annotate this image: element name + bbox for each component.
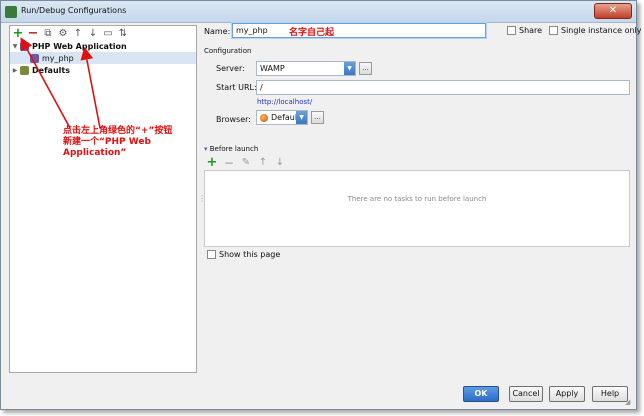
move-task-up-icon[interactable]: ↑ (257, 157, 269, 169)
server-value: WAMP (260, 64, 285, 73)
add-icon[interactable]: + (12, 27, 24, 40)
edit-task-icon[interactable]: ✎ (240, 157, 252, 169)
ok-button[interactable]: OK (463, 386, 499, 402)
name-field[interactable]: my_php (232, 23, 486, 38)
name-annotation: 名字自己起 (289, 28, 335, 38)
single-instance-checkbox[interactable] (549, 26, 558, 35)
annotation-line: 新建一个“PHP Web (63, 137, 151, 147)
server-browse-button[interactable]: ... (359, 62, 372, 75)
configuration-tree-panel: + − ⧉ ⚙ ↑ ↓ ▭ ⇅ ▼ PHP Web Application my… (9, 25, 197, 373)
name-label: Name: (204, 27, 231, 36)
title-bar: Run/Debug Configurations ✕ (1, 1, 636, 23)
remove-task-icon[interactable]: − (223, 157, 235, 169)
tree-toolbar: + − ⧉ ⚙ ↑ ↓ ▭ ⇅ (12, 27, 129, 41)
run-debug-dialog: Run/Debug Configurations ✕ + − ⧉ ⚙ ↑ ↓ ▭… (0, 0, 642, 410)
move-task-down-icon[interactable]: ↓ (274, 157, 286, 169)
php-icon (30, 53, 39, 63)
server-label: Server: (216, 64, 245, 73)
defaults-icon (20, 65, 29, 75)
show-this-page-label: Show this page (219, 250, 281, 259)
resize-grip[interactable]: ◢ (625, 398, 633, 406)
add-task-icon[interactable]: + (206, 156, 218, 169)
browser-label: Browser: (216, 115, 251, 124)
tree-item-label: PHP Web Application (32, 41, 127, 51)
close-button[interactable]: ✕ (594, 3, 632, 19)
help-button[interactable]: Help (592, 386, 628, 402)
remove-icon[interactable]: − (27, 27, 39, 40)
show-this-page-checkbox[interactable] (207, 250, 216, 259)
app-icon (5, 6, 17, 18)
server-select[interactable]: WAMP ▼ (256, 61, 356, 76)
tree-item-label: Defaults (32, 65, 70, 75)
collapse-arrow-icon[interactable]: ▾ (204, 145, 208, 153)
browser-icon (260, 113, 268, 122)
window-title: Run/Debug Configurations (21, 6, 127, 15)
tree-item-defaults[interactable]: ▶ Defaults (10, 64, 196, 76)
tree-item-label: my_php (42, 53, 74, 63)
before-launch-title: Before launch (209, 145, 259, 153)
browser-select[interactable]: Default ▼ (256, 110, 308, 125)
single-instance-label: Single instance only (561, 26, 642, 35)
move-up-icon[interactable]: ↑ (72, 28, 84, 40)
expand-arrow-icon[interactable]: ▶ (10, 67, 20, 74)
move-down-icon[interactable]: ↓ (87, 28, 99, 40)
settings-icon[interactable]: ⚙ (57, 28, 69, 40)
php-icon (20, 41, 29, 51)
annotation-line: 点击左上角绿色的“+”按钮 (63, 126, 173, 136)
start-url-hint[interactable]: http://localhost/ (257, 98, 312, 106)
browser-browse-button[interactable]: ... (311, 111, 324, 124)
copy-icon[interactable]: ⧉ (42, 28, 54, 40)
splitter-handle[interactable]: ⋮ (198, 194, 206, 204)
tree-item-php-web-application[interactable]: ▼ PHP Web Application (10, 40, 196, 52)
start-url-field[interactable]: / (256, 80, 630, 95)
instruction-annotation: 点击左上角绿色的“+”按钮 新建一个“PHP Web Application” (63, 126, 203, 159)
apply-button[interactable]: Apply (549, 386, 585, 402)
share-checkbox[interactable] (507, 26, 516, 35)
expand-arrow-icon[interactable]: ▼ (10, 43, 20, 50)
empty-task-message: There are no tasks to run before launch (347, 195, 487, 203)
chevron-down-icon[interactable]: ▼ (296, 111, 307, 124)
tree-item-my-php[interactable]: my_php (10, 52, 196, 64)
folder-icon[interactable]: ▭ (102, 28, 114, 40)
cancel-button[interactable]: Cancel (509, 386, 543, 402)
sort-icon[interactable]: ⇅ (117, 28, 129, 40)
before-launch-task-list[interactable]: There are no tasks to run before launch (204, 170, 630, 247)
start-url-label: Start URL: (216, 83, 257, 92)
share-label: Share (519, 26, 543, 35)
before-launch-toolbar: + − ✎ ↑ ↓ (206, 156, 286, 169)
annotation-line: Application” (63, 148, 127, 158)
chevron-down-icon[interactable]: ▼ (344, 62, 355, 75)
configuration-heading: Configuration (204, 47, 252, 55)
before-launch-heading[interactable]: ▾ Before launch (204, 145, 258, 153)
